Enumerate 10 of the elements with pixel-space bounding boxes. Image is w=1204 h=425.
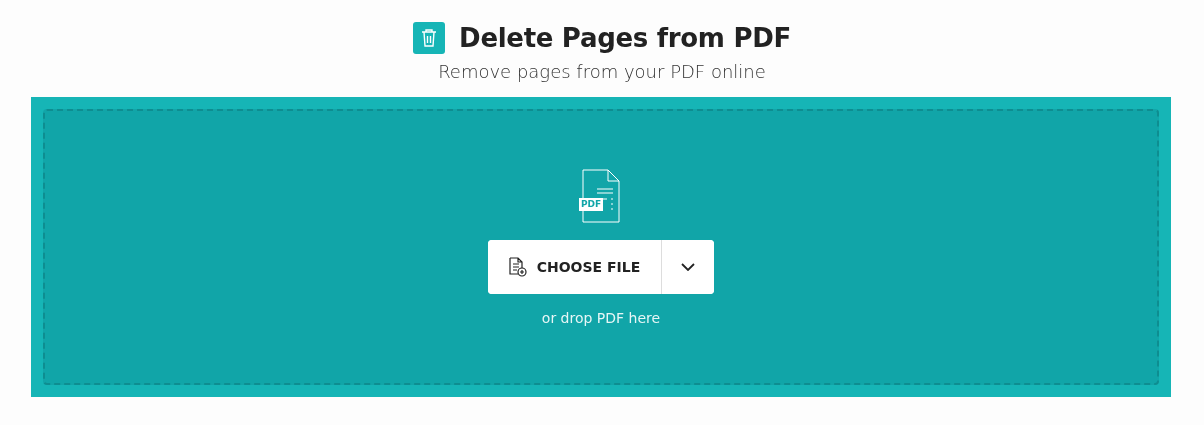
more-sources-dropdown[interactable]: [661, 240, 714, 294]
trash-icon: [413, 22, 446, 54]
drop-zone[interactable]: PDF CHOOSE FILE or drop PDF here: [43, 109, 1159, 385]
page-title: Delete Pages from PDF: [459, 23, 791, 53]
page-subtitle: Remove pages from your PDF online: [438, 61, 766, 82]
chevron-down-icon: [681, 263, 695, 271]
drop-hint: or drop PDF here: [541, 310, 661, 326]
add-file-icon: [508, 257, 527, 277]
pdf-label: PDF: [579, 198, 604, 211]
document-icon: [579, 169, 623, 223]
